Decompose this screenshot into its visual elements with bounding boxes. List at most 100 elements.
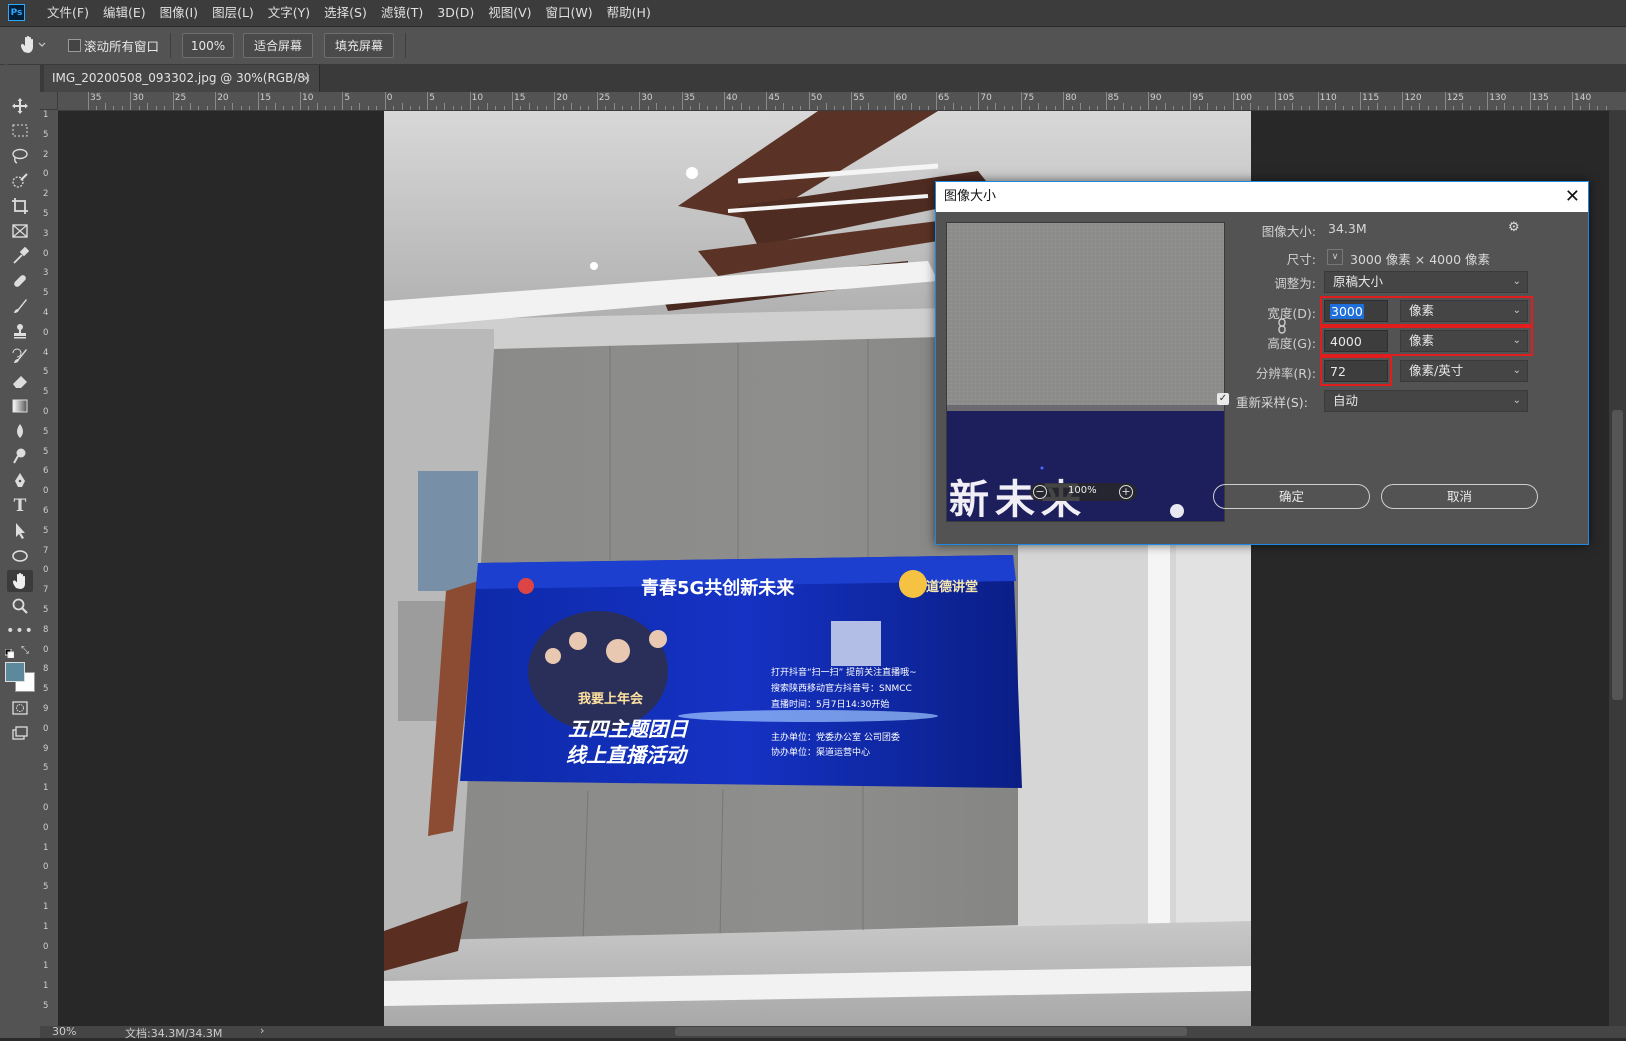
- ruler-minor-tick: [1114, 106, 1116, 110]
- gradient-tool-icon[interactable]: [7, 395, 33, 417]
- ruler-minor-tick: [647, 106, 649, 110]
- zoom-in-icon[interactable]: +: [1119, 485, 1133, 499]
- frame-tool-icon[interactable]: [7, 220, 33, 242]
- ruler-tick-label: 3: [43, 268, 49, 279]
- ruler-tick-label: 15: [514, 93, 526, 103]
- menu-type[interactable]: 文字(Y): [261, 0, 317, 26]
- photoshop-logo-icon[interactable]: Ps: [8, 4, 25, 21]
- eraser-tool-icon[interactable]: [7, 370, 33, 392]
- settings-gear-icon[interactable]: ⚙: [1508, 220, 1520, 235]
- image-preview[interactable]: 新未来 − 100% +: [946, 222, 1225, 522]
- ruler-minor-tick: [367, 106, 369, 110]
- menu-3d[interactable]: 3D(D): [430, 0, 481, 26]
- ruler-minor-tick: [452, 106, 454, 110]
- clone-stamp-tool-icon[interactable]: [7, 320, 33, 342]
- ruler-tick: [1402, 92, 1404, 110]
- zoom-out-icon[interactable]: −: [1033, 485, 1047, 499]
- menu-select[interactable]: 选择(S): [317, 0, 374, 26]
- move-tool-icon[interactable]: [7, 95, 33, 117]
- fill-screen-button[interactable]: 填充屏幕: [324, 33, 394, 58]
- lasso-tool-icon[interactable]: [7, 145, 33, 167]
- ruler-minor-tick: [1054, 106, 1056, 110]
- ruler-tick-label: 5: [43, 525, 49, 536]
- ruler-minor-tick: [376, 106, 378, 110]
- ruler-tick-label: 60: [895, 93, 908, 103]
- ruler-tick-label: 25: [598, 93, 611, 103]
- marquee-tool-icon[interactable]: [7, 120, 33, 142]
- healing-brush-tool-icon[interactable]: [7, 270, 33, 292]
- dodge-tool-icon[interactable]: [7, 445, 33, 467]
- resample-checkbox[interactable]: ✓: [1217, 393, 1229, 405]
- status-zoom[interactable]: 30%: [52, 1025, 76, 1038]
- ruler-tick-label: 75: [1022, 93, 1035, 103]
- quick-selection-tool-icon[interactable]: [7, 170, 33, 192]
- ruler-tick-label: 5: [43, 209, 49, 219]
- document-tab[interactable]: IMG_20200508_093302.jpg @ 30%(RGB/8) * ×: [44, 65, 320, 112]
- close-tab-icon[interactable]: ×: [301, 65, 311, 92]
- swap-colors-icon[interactable]: ⤡: [21, 645, 29, 656]
- menu-image[interactable]: 图像(I): [153, 0, 205, 26]
- type-tool-icon[interactable]: T: [7, 495, 33, 517]
- close-icon[interactable]: ✕: [1565, 182, 1580, 212]
- fit-screen-button[interactable]: 适合屏幕: [243, 33, 313, 58]
- ruler-minor-tick: [1461, 103, 1463, 110]
- menu-window[interactable]: 窗口(W): [539, 0, 600, 26]
- more-tools-icon[interactable]: •••: [6, 620, 33, 642]
- ruler-minor-tick: [757, 106, 759, 110]
- dimensions-dropdown-icon[interactable]: ∨: [1327, 249, 1343, 265]
- ok-button[interactable]: 确定: [1213, 484, 1370, 509]
- horizontal-scrollbar-thumb[interactable]: [675, 1027, 1187, 1036]
- ruler-minor-tick: [825, 103, 827, 110]
- cancel-button[interactable]: 取消: [1381, 484, 1538, 509]
- ruler-tick-label: 1: [43, 842, 49, 853]
- zoom-100-button[interactable]: 100%: [182, 33, 234, 58]
- ruler-minor-tick: [1326, 106, 1328, 110]
- ruler-tick-label: 5: [43, 288, 49, 299]
- ruler-tick-label: 55: [853, 93, 865, 103]
- menu-help[interactable]: 帮助(H): [600, 0, 658, 26]
- brush-tool-icon[interactable]: [7, 295, 33, 317]
- blur-tool-icon[interactable]: [7, 420, 33, 442]
- resample-select[interactable]: 自动 ⌄: [1324, 390, 1528, 412]
- menu-filter[interactable]: 滤镜(T): [374, 0, 430, 26]
- ruler-minor-tick: [537, 106, 539, 110]
- screen-mode-icon[interactable]: [7, 722, 33, 744]
- hand-tool-preset-icon[interactable]: [18, 35, 48, 58]
- ruler-tick-label: 80: [1065, 93, 1077, 103]
- ruler-tick-label: 40: [726, 93, 738, 103]
- ruler-minor-tick: [1470, 106, 1472, 110]
- ruler-tick: [1020, 92, 1022, 110]
- menu-bar: Ps 文件(F) 编辑(E) 图像(I) 图层(L) 文字(Y) 选择(S) 滤…: [0, 0, 1626, 27]
- default-colors-icon[interactable]: [4, 647, 15, 659]
- vertical-scrollbar-thumb[interactable]: [1612, 410, 1623, 700]
- ruler-minor-tick: [605, 106, 607, 110]
- history-brush-tool-icon[interactable]: [7, 345, 33, 367]
- ruler-tick: [88, 92, 89, 110]
- ellipse-tool-icon[interactable]: [7, 545, 33, 567]
- path-selection-tool-icon[interactable]: [7, 520, 33, 542]
- ruler-origin[interactable]: [40, 92, 58, 110]
- foreground-color-swatch[interactable]: [5, 662, 25, 682]
- menu-edit[interactable]: 编辑(E): [96, 0, 153, 26]
- eyedropper-tool-icon[interactable]: [7, 245, 33, 267]
- pen-tool-icon[interactable]: [7, 470, 33, 492]
- banner-subtitle: 我要上年会: [578, 692, 644, 707]
- menu-layer[interactable]: 图层(L): [205, 0, 261, 26]
- fit-to-select[interactable]: 原稿大小 ⌄: [1324, 271, 1528, 293]
- fit-to-value: 原稿大小: [1333, 274, 1384, 289]
- menu-file[interactable]: 文件(F): [40, 0, 96, 26]
- hand-tool-icon[interactable]: [7, 570, 33, 592]
- scroll-all-checkbox[interactable]: [68, 39, 81, 52]
- quick-mask-icon[interactable]: [7, 697, 33, 719]
- status-menu-arrow[interactable]: ›: [260, 1024, 264, 1037]
- ruler-minor-tick: [622, 106, 624, 110]
- ruler-minor-tick: [206, 106, 208, 110]
- crop-tool-icon[interactable]: [7, 195, 33, 217]
- ruler-tick-label: 90: [1150, 93, 1162, 103]
- resolution-unit-select[interactable]: 像素/英寸 ⌄: [1400, 360, 1528, 382]
- zoom-tool-icon[interactable]: [7, 595, 33, 617]
- menu-view[interactable]: 视图(V): [481, 0, 538, 26]
- ruler-minor-tick: [1393, 106, 1395, 110]
- dialog-title: 图像大小: [944, 189, 997, 204]
- ruler-minor-tick: [952, 103, 954, 110]
